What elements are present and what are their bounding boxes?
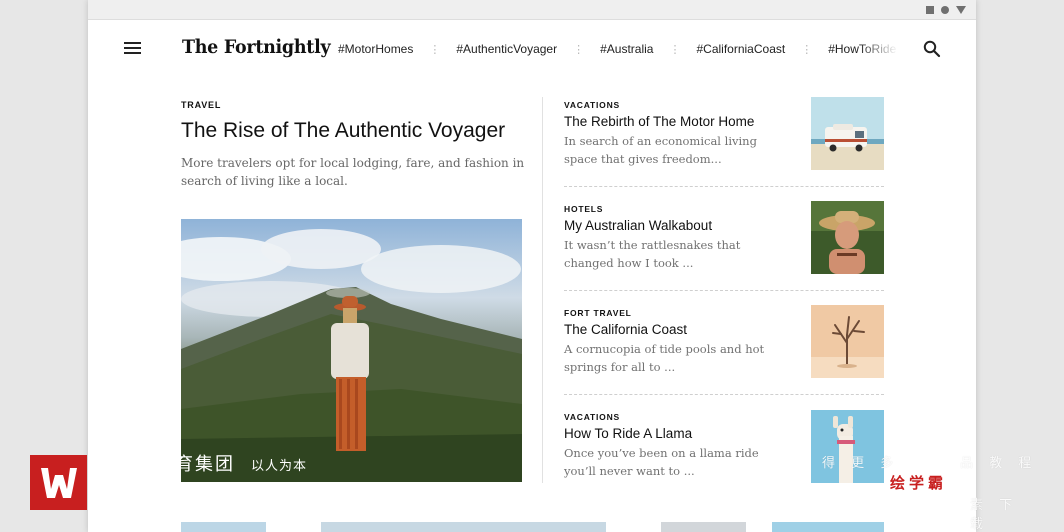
menu-icon[interactable] <box>124 42 141 54</box>
article-item[interactable]: FORT TRAVEL The California Coast A cornu… <box>564 305 884 400</box>
minimize-icon[interactable] <box>926 5 934 14</box>
hashtag-nav: #MotorHomes ⋮ #AuthenticVoyager ⋮ #Austr… <box>338 40 896 58</box>
article-divider <box>564 186 884 187</box>
next-row-thumb[interactable] <box>181 522 266 532</box>
tag-separator: ⋮ <box>573 43 585 56</box>
tag-separator: ⋮ <box>669 43 681 56</box>
image-overlay-text: 育集团 以人为本 <box>181 454 308 475</box>
tags-fade <box>858 36 898 62</box>
article-description: Once you’ve been on a llama ride you’ll … <box>564 446 759 478</box>
feature-image[interactable]: 育集团 以人为本 <box>181 219 522 482</box>
motorhome-photo-icon[interactable] <box>811 97 884 170</box>
tag-australia[interactable]: #Australia <box>600 42 653 56</box>
watermark-logo-icon <box>30 455 87 510</box>
column-divider <box>542 97 543 483</box>
feature-title[interactable]: The Rise of The Authentic Voyager <box>181 118 525 144</box>
tag-motorhomes[interactable]: #MotorHomes <box>338 42 413 56</box>
tag-authentic-voyager[interactable]: #AuthenticVoyager <box>456 42 557 56</box>
maximize-icon[interactable] <box>941 5 949 14</box>
next-row-thumb[interactable] <box>661 522 746 532</box>
watermark-badge: 得 更 多 品 教 程 素 下 载 绘学霸 <box>822 456 1038 532</box>
portrait-photo-icon[interactable] <box>811 201 884 274</box>
top-bar: The Fortnightly #MotorHomes ⋮ #Authentic… <box>88 20 976 76</box>
dropdown-icon[interactable] <box>956 5 966 14</box>
article-description: It wasn’t the rattlesnakes that changed … <box>564 238 741 270</box>
article-item[interactable]: HOTELS My Australian Walkabout It wasn’t… <box>564 201 884 296</box>
watermark-text: 绘学霸 <box>890 474 948 492</box>
feature-category[interactable]: TRAVEL <box>181 100 525 110</box>
article-item[interactable]: VACATIONS The Rebirth of The Motor Home … <box>564 97 884 192</box>
article-divider <box>564 394 884 395</box>
window-chrome <box>88 0 976 20</box>
next-row-thumb[interactable] <box>321 522 606 532</box>
feature-description: More travelers opt for local lodging, fa… <box>181 156 525 188</box>
tag-california-coast[interactable]: #CaliforniaCoast <box>696 42 785 56</box>
mountain-landscape-illustration <box>181 229 522 482</box>
tag-separator: ⋮ <box>801 43 813 56</box>
article-divider <box>564 290 884 291</box>
article-description: In search of an economical living space … <box>564 134 757 166</box>
tag-separator: ⋮ <box>429 43 441 56</box>
search-icon[interactable] <box>923 40 941 58</box>
desert-tree-photo-icon[interactable] <box>811 305 884 378</box>
next-row-thumb[interactable] <box>772 522 884 532</box>
article-description: A cornucopia of tide pools and hot sprin… <box>564 342 765 374</box>
feature-story: TRAVEL The Rise of The Authentic Voyager… <box>181 100 525 190</box>
site-logo[interactable]: The Fortnightly <box>182 36 331 58</box>
